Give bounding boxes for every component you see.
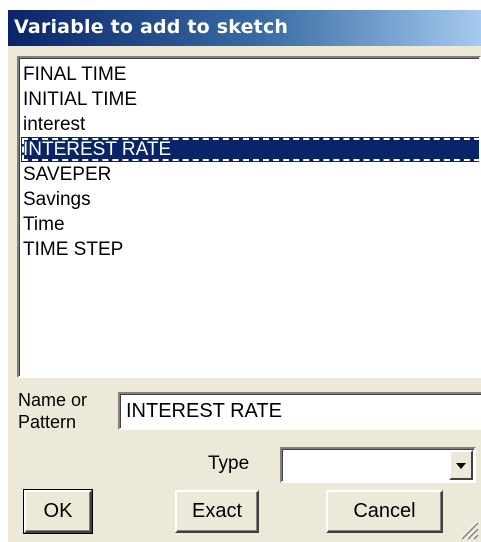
resize-grip-icon[interactable] (455, 516, 479, 540)
list-item[interactable]: SAVEPER (21, 162, 479, 187)
list-item[interactable]: INITIAL TIME (21, 87, 479, 112)
list-item[interactable]: TIME STEP (21, 237, 479, 262)
list-item[interactable]: FINAL TIME (21, 62, 479, 87)
list-item[interactable]: Time (21, 212, 479, 237)
pattern-label-line2: Pattern (18, 412, 77, 432)
chevron-down-icon (456, 463, 466, 469)
list-item-selected[interactable]: INTEREST RATE (21, 137, 479, 162)
ok-button[interactable]: OK (23, 489, 93, 534)
type-dropdown-button[interactable] (449, 450, 473, 480)
type-label: Type (208, 453, 250, 474)
dialog-title: Variable to add to sketch (14, 16, 289, 38)
type-select[interactable] (280, 447, 476, 483)
list-item[interactable]: interest (21, 112, 479, 137)
exact-button[interactable]: Exact (175, 490, 259, 533)
pattern-label-line1: Name or (18, 390, 88, 410)
list-item[interactable]: Savings (21, 187, 479, 212)
variable-dialog: Variable to add to sketch FINAL TIME INI… (8, 10, 481, 542)
cancel-button[interactable]: Cancel (326, 490, 443, 533)
pattern-input[interactable] (118, 392, 481, 430)
variable-list[interactable]: FINAL TIME INITIAL TIME interest INTERES… (17, 56, 481, 378)
title-bar[interactable]: Variable to add to sketch (8, 10, 481, 46)
